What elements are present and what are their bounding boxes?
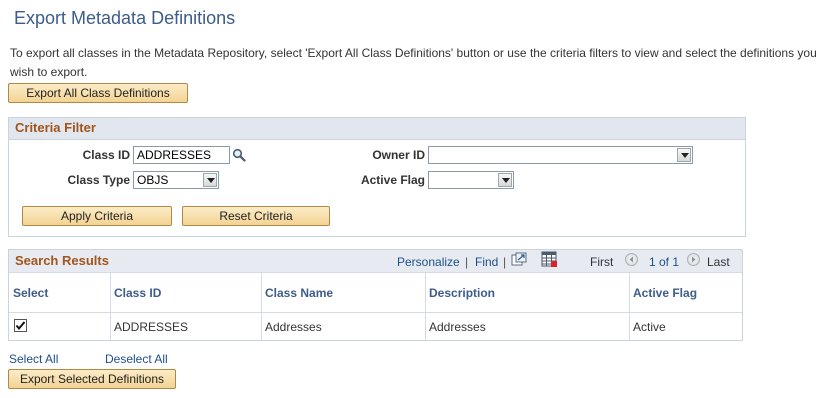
- grid-line: [629, 272, 630, 340]
- grid-line: [9, 312, 742, 313]
- last-label: Last: [707, 255, 730, 269]
- active-flag-select[interactable]: [428, 171, 514, 189]
- select-all-link[interactable]: Select All: [9, 352, 58, 366]
- column-header-active-flag[interactable]: Active Flag: [633, 286, 697, 300]
- column-header-select[interactable]: Select: [13, 286, 48, 300]
- grid-line: [425, 272, 426, 340]
- class-id-input[interactable]: ADDRESSES: [133, 146, 230, 164]
- class-type-select[interactable]: OBJS: [133, 171, 219, 189]
- class-type-select-value: OBJS: [137, 173, 169, 187]
- chevron-down-icon: [498, 173, 512, 187]
- column-header-class-name[interactable]: Class Name: [265, 286, 333, 300]
- download-spreadsheet-icon[interactable]: [541, 251, 557, 267]
- page-title: Export Metadata Definitions: [14, 8, 236, 28]
- active-flag-label: Active Flag: [360, 173, 425, 187]
- arrow-left-icon: [629, 256, 633, 263]
- cell-class-id: ADDRESSES: [114, 320, 189, 334]
- owner-id-select[interactable]: [428, 146, 693, 164]
- cell-class-name: Addresses: [265, 320, 322, 334]
- owner-id-label: Owner ID: [372, 148, 425, 162]
- grid-line: [261, 272, 262, 340]
- export-all-button[interactable]: Export All Class Definitions: [8, 83, 188, 103]
- view-all-icon[interactable]: [511, 252, 527, 267]
- arrow-right-icon: [692, 256, 696, 263]
- row-select-checkbox[interactable]: [14, 319, 27, 332]
- row-range-text: 1 of 1: [649, 255, 680, 269]
- reset-criteria-button[interactable]: Reset Criteria: [182, 206, 330, 226]
- chevron-down-icon: [677, 148, 691, 162]
- first-label: First: [590, 255, 614, 269]
- apply-criteria-button[interactable]: Apply Criteria: [22, 206, 172, 226]
- export-selected-button[interactable]: Export Selected Definitions: [8, 369, 176, 389]
- find-link[interactable]: Find: [475, 255, 498, 269]
- class-type-label: Class Type: [67, 173, 130, 187]
- grid-line: [110, 272, 111, 340]
- column-header-class-id[interactable]: Class ID: [114, 286, 161, 300]
- column-header-description[interactable]: Description: [429, 286, 495, 300]
- personalize-link[interactable]: Personalize: [397, 255, 460, 269]
- deselect-all-link[interactable]: Deselect All: [105, 352, 168, 366]
- separator: |: [503, 255, 507, 269]
- intro-text: To export all classes in the Metadata Re…: [10, 46, 817, 79]
- separator: |: [465, 255, 469, 269]
- criteria-filter-header: Criteria Filter: [9, 118, 745, 140]
- class-id-label: Class ID: [82, 148, 130, 162]
- chevron-down-icon: [203, 173, 217, 187]
- lookup-search-icon[interactable]: [232, 148, 246, 162]
- cell-description: Addresses: [429, 320, 486, 334]
- cell-active-flag: Active: [633, 320, 666, 334]
- grid-line: [9, 272, 742, 273]
